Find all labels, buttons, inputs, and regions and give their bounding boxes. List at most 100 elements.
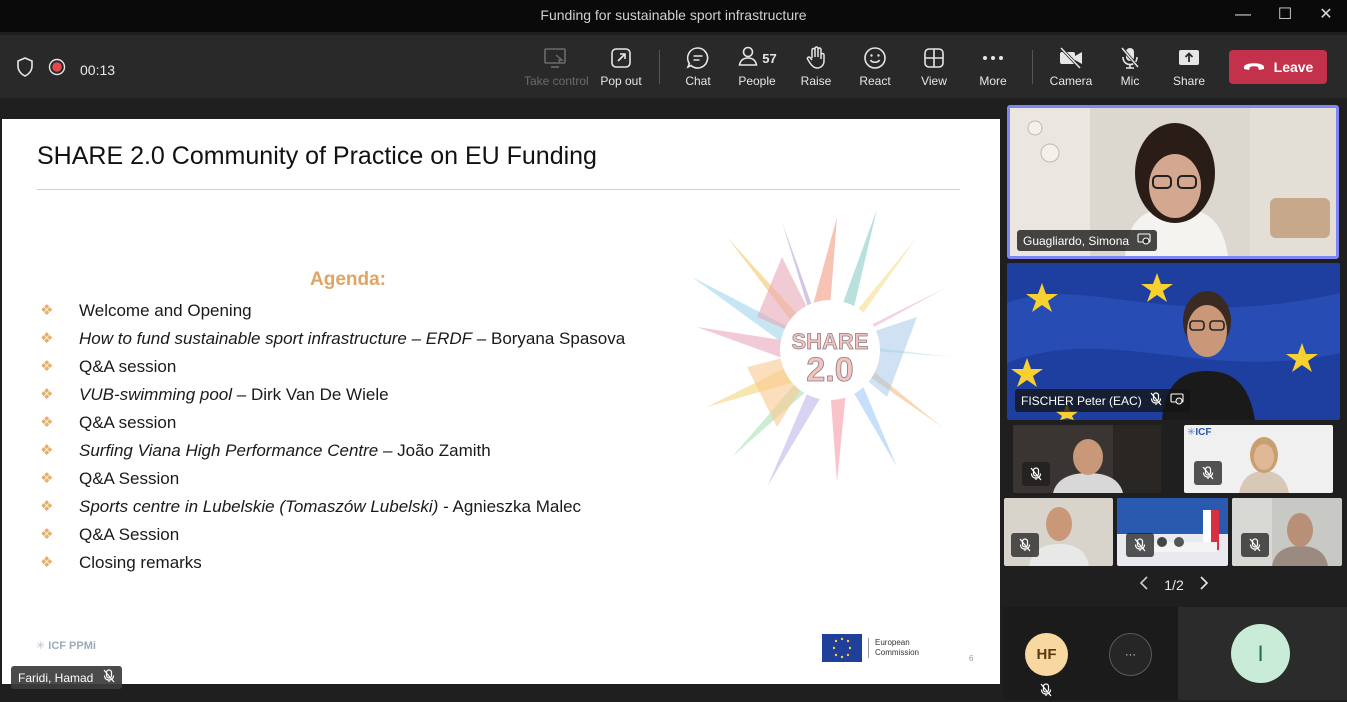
page-indicator: 1/2 <box>1164 576 1184 593</box>
chevron-left-icon[interactable] <box>1139 576 1149 593</box>
minimize-icon[interactable]: — <box>1228 4 1258 26</box>
participant-video-tile[interactable]: FISCHER Peter (EAC) <box>1007 263 1340 420</box>
grid-view-icon <box>903 45 965 71</box>
spotlight-video-tile[interactable]: Guagliardo, Simona <box>1007 105 1339 259</box>
agenda-item: ❖ Q&A Session <box>40 469 180 488</box>
people-button[interactable]: 57 People <box>726 45 788 88</box>
raise-hand-button[interactable]: Raise <box>785 45 847 88</box>
participant-video-tile[interactable] <box>1004 498 1113 566</box>
share-icon <box>1158 45 1220 71</box>
shield-icon[interactable] <box>16 57 34 82</box>
mic-off-icon <box>1040 683 1052 702</box>
diamond-bullet-icon: ❖ <box>40 330 54 347</box>
agenda-item: ❖ Surfing Viana High Performance Centre –… <box>40 441 491 460</box>
eu-flag-icon <box>822 634 862 662</box>
diamond-bullet-icon: ❖ <box>40 526 54 543</box>
svg-text:2.0: 2.0 <box>806 351 853 389</box>
smile-icon <box>844 45 906 71</box>
diamond-bullet-icon: ❖ <box>40 414 54 431</box>
agenda-item: ❖ Closing remarks <box>40 553 202 572</box>
participant-name-tag: FISCHER Peter (EAC) <box>1015 389 1190 412</box>
take-control-icon <box>524 45 586 71</box>
share-button[interactable]: Share <box>1158 45 1220 88</box>
maximize-icon[interactable]: ☐ <box>1270 4 1300 26</box>
react-button[interactable]: React <box>844 45 906 88</box>
agenda-list: ❖ Welcome and Opening ❖ How to fund sustai… <box>40 299 640 579</box>
participant-video-tile[interactable]: ✳ICF <box>1184 425 1333 493</box>
icf-logo: ✳ICF <box>1187 427 1212 438</box>
participant-name-tag: Guagliardo, Simona <box>1017 230 1158 251</box>
avatar[interactable]: HF <box>1025 633 1068 676</box>
participant-video-tile[interactable] <box>1232 498 1342 566</box>
slide-page-number: 6 <box>969 654 974 663</box>
take-control-label: Take control <box>524 74 589 88</box>
raise-label: Raise <box>800 74 832 88</box>
diamond-bullet-icon: ❖ <box>40 470 54 487</box>
european-commission-logo: European Commission <box>822 634 919 662</box>
agenda-item: ❖ Welcome and Opening <box>40 301 252 320</box>
slide-title: SHARE 2.0 Community of Practice on EU Fu… <box>37 142 597 170</box>
presenter-name-tag: Faridi, Hamad <box>11 666 123 689</box>
participant-name: Guagliardo, Simona <box>1023 233 1130 248</box>
diamond-bullet-icon: ❖ <box>40 554 54 571</box>
presenter-name: Faridi, Hamad <box>18 670 94 685</box>
recording-icon[interactable] <box>48 58 66 81</box>
chat-icon <box>667 45 729 71</box>
agenda-item: ❖ How to fund sustainable sport infrastru… <box>40 329 626 348</box>
mic-off-icon <box>1011 533 1039 557</box>
participant-video-tile[interactable] <box>1117 498 1228 566</box>
close-icon[interactable]: ✕ <box>1311 4 1341 26</box>
title-bar: Funding for sustainable sport infrastruc… <box>0 0 1347 32</box>
agenda-item: ❖ Q&A Session <box>40 525 180 544</box>
pop-out-label: Pop out <box>600 74 642 88</box>
mic-off-icon <box>103 669 115 686</box>
pop-out-icon <box>590 45 652 71</box>
share-label: Share <box>1172 74 1206 88</box>
leave-button[interactable]: Leave <box>1229 50 1327 84</box>
gallery-pager: 1/2 <box>1139 576 1209 593</box>
diamond-bullet-icon: ❖ <box>40 358 54 375</box>
agenda-heading: Agenda: <box>310 269 386 290</box>
leave-label: Leave <box>1273 59 1314 75</box>
participant-video-tile[interactable] <box>1013 425 1161 493</box>
agenda-item: ❖ Sports centre in Lubelskie (Tomaszów Lu… <box>40 497 582 516</box>
more-button[interactable]: More <box>962 45 1024 88</box>
mic-off-icon <box>1126 533 1154 557</box>
shared-screen-stage: SHARE 2.0 Community of Practice on EU Fu… <box>0 100 1001 700</box>
mic-off-icon <box>1099 45 1161 71</box>
avatar: I <box>1231 624 1290 683</box>
diamond-bullet-icon: ❖ <box>40 442 54 459</box>
screen-share-icon <box>1170 393 1184 408</box>
pop-out-button[interactable]: Pop out <box>590 45 652 88</box>
diamond-bullet-icon: ❖ <box>40 386 54 403</box>
icf-ppmi-logo: ✳ ICF PPMi <box>36 640 96 652</box>
people-icon <box>737 45 759 72</box>
chat-label: Chat <box>685 74 711 88</box>
take-control-button[interactable]: Take control <box>524 45 589 88</box>
chat-button[interactable]: Chat <box>667 45 729 88</box>
share-logo: SHARE 2.0 <box>692 209 952 487</box>
participant-name: FISCHER Peter (EAC) <box>1021 393 1142 408</box>
view-label: View <box>921 74 947 88</box>
more-label: More <box>979 74 1007 88</box>
people-label: People <box>738 74 776 88</box>
agenda-item: ❖ Q&A session <box>40 413 177 432</box>
diamond-bullet-icon: ❖ <box>40 302 54 319</box>
more-participants-button[interactable]: ··· <box>1109 633 1152 676</box>
camera-label: Camera <box>1049 74 1093 88</box>
diamond-bullet-icon: ❖ <box>40 498 54 515</box>
view-button[interactable]: View <box>903 45 965 88</box>
slide-divider <box>37 189 960 190</box>
chevron-right-icon[interactable] <box>1199 576 1209 593</box>
react-label: React <box>859 74 891 88</box>
camera-off-icon <box>1040 45 1102 71</box>
mic-off-icon <box>1022 462 1050 486</box>
meeting-timer: 00:13 <box>80 61 116 78</box>
window-title: Funding for sustainable sport infrastruc… <box>540 7 807 23</box>
mic-off-icon <box>1241 533 1269 557</box>
screen-share-icon <box>1137 233 1151 248</box>
camera-button[interactable]: Camera <box>1040 45 1102 88</box>
people-count: 57 <box>762 50 777 66</box>
hang-up-icon <box>1243 59 1265 75</box>
mic-button[interactable]: Mic <box>1099 45 1161 88</box>
